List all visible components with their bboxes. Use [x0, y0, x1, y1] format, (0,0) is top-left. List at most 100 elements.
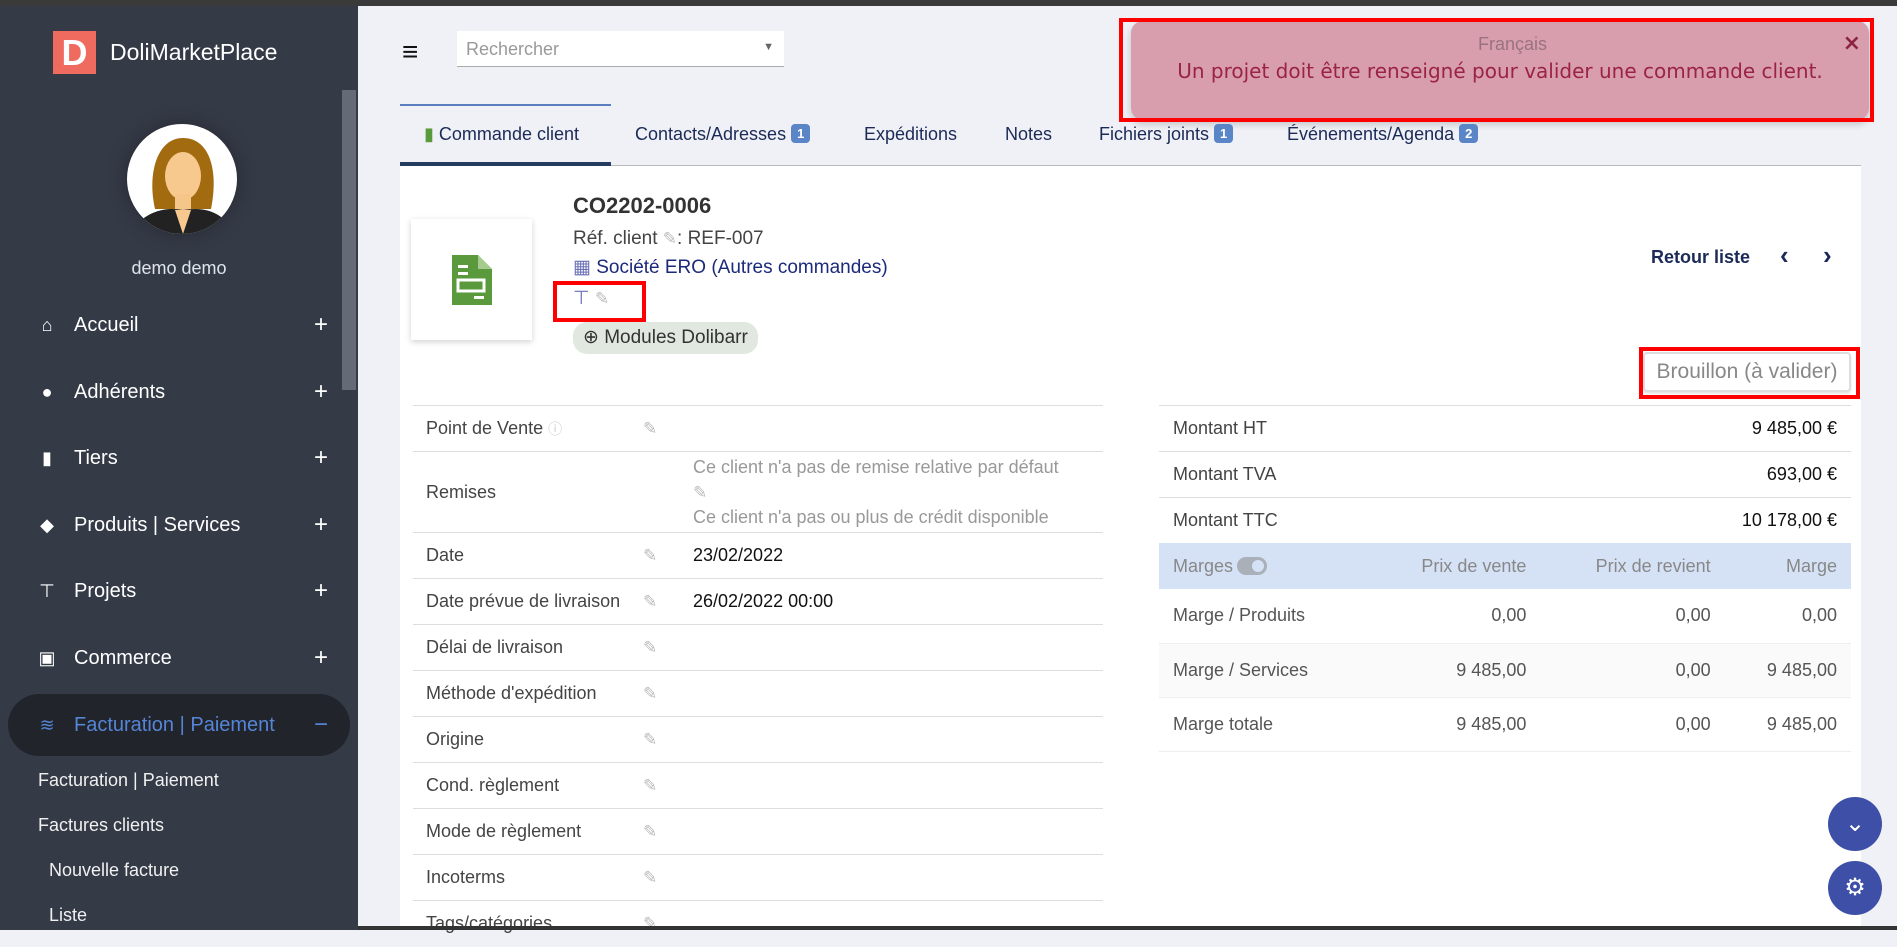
edit-project-pencil-icon[interactable]: ✎	[595, 289, 609, 308]
back-to-list-link[interactable]: Retour liste	[1651, 247, 1750, 268]
hamburger-menu-icon[interactable]: ≡	[402, 36, 418, 68]
language-selector[interactable]: Français	[1478, 34, 1547, 55]
table-row: Marge / Produits 0,00 0,00 0,00	[1159, 589, 1851, 644]
order-icon	[411, 219, 532, 340]
expand-icon[interactable]: +	[314, 444, 328, 472]
tab-bar: ▮ Commande client Contacts/Adresses 1 Exp…	[400, 112, 1861, 166]
expand-icon[interactable]: +	[314, 378, 328, 406]
edit-pencil-icon[interactable]: ✎	[643, 532, 693, 579]
header-label: Marges	[1173, 555, 1234, 576]
table-row: Montant HT 9 485,00 €	[1159, 405, 1851, 452]
table-row: Montant TVA 693,00 €	[1159, 451, 1851, 498]
field-label: Cond. règlement	[413, 762, 643, 809]
edit-pencil-icon[interactable]: ✎	[643, 762, 693, 809]
margins-table: Marges Prix de vente Prix de revient Marge …	[1159, 543, 1851, 752]
next-icon[interactable]: ›	[1823, 240, 1832, 271]
field-label: Point de Vente ⓘ	[413, 405, 643, 452]
field-label: Incoterms	[413, 854, 643, 901]
user-avatar[interactable]	[127, 124, 237, 234]
user-name[interactable]: demo demo	[0, 258, 358, 279]
expand-icon[interactable]: +	[314, 577, 328, 605]
order-fields-table: Point de Vente ⓘ ✎ Remises Ce client n'a p…	[413, 405, 1103, 947]
project-icon: ⊤	[573, 288, 590, 309]
field-value	[693, 854, 1103, 901]
info-icon[interactable]: ⓘ	[548, 421, 562, 437]
expand-icon[interactable]: +	[314, 644, 328, 672]
search-select[interactable]: Rechercher ▼	[457, 31, 784, 67]
tab-notes[interactable]: Notes	[1005, 112, 1052, 166]
brand-name[interactable]: DoliMarketPlace	[110, 39, 277, 66]
dropdown-caret-icon: ▼	[763, 41, 774, 53]
tab-commande-client[interactable]: ▮ Commande client	[400, 112, 611, 166]
cell: 0,00	[1724, 589, 1851, 644]
sidebar-item-produits[interactable]: ◆ Produits | Services +	[8, 494, 350, 556]
field-value	[693, 900, 1103, 947]
totals-table: Montant HT 9 485,00 € Montant TVA 693,00 €…	[1159, 405, 1851, 544]
sidebar-item-label: Produits | Services	[74, 513, 241, 536]
field-value	[693, 670, 1103, 717]
cell: 9 485,00	[1724, 697, 1851, 752]
edit-pencil-icon[interactable]: ✎	[643, 808, 693, 855]
edit-pencil-icon[interactable]: ✎	[643, 670, 693, 717]
edit-pencil-icon[interactable]: ✎	[643, 854, 693, 901]
edit-pencil-icon[interactable]: ✎	[643, 405, 693, 452]
building-icon: ▮	[42, 447, 52, 468]
submenu-nouvelle-facture[interactable]: Nouvelle facture	[49, 860, 179, 881]
tab-expeditions[interactable]: Expéditions	[864, 112, 957, 166]
sidebar-item-adherents[interactable]: ● Adhérents +	[8, 361, 350, 423]
ref-client-value: : REF-007	[677, 228, 764, 249]
sidebar-item-commerce[interactable]: ▣ Commerce +	[8, 627, 350, 689]
edit-pencil-icon[interactable]: ✎	[643, 578, 693, 625]
field-value: 26/02/2022 00:00	[693, 578, 1103, 625]
category-tag[interactable]: ⊕ Modules Dolibarr	[573, 322, 758, 354]
home-icon: ⌂	[41, 314, 53, 335]
expand-icon[interactable]: +	[314, 511, 328, 539]
collapse-icon[interactable]: −	[314, 711, 328, 739]
cell: 0,00	[1540, 697, 1725, 752]
credit-text: Ce client n'a pas ou plus de crédit disp…	[693, 506, 1049, 527]
other-orders-link[interactable]: (Autres commandes)	[711, 257, 887, 278]
close-icon[interactable]: ×	[1843, 31, 1861, 56]
submenu-factures-clients[interactable]: Factures clients	[38, 815, 164, 836]
field-label: Méthode d'expédition	[413, 670, 643, 717]
sidebar-item-projets[interactable]: ⊤ Projets +	[8, 560, 350, 622]
table-row: Délai de livraison ✎	[413, 624, 1103, 671]
tab-indicator	[400, 104, 611, 106]
company-link[interactable]: Société ERO	[596, 257, 706, 278]
total-label: Montant TVA	[1159, 451, 1519, 498]
column-header: Marge	[1724, 543, 1851, 589]
tab-contacts[interactable]: Contacts/Adresses 1	[635, 112, 811, 166]
expand-icon[interactable]: +	[314, 311, 328, 339]
submenu-liste[interactable]: Liste	[49, 905, 87, 926]
tab-evenements[interactable]: Événements/Agenda 2	[1287, 112, 1479, 166]
column-header: Prix de revient	[1540, 543, 1725, 589]
total-value: 693,00 €	[1518, 451, 1851, 498]
previous-icon[interactable]: ‹	[1780, 240, 1789, 271]
status-badge: Brouillon (à valider)	[1643, 352, 1851, 392]
scroll-down-button[interactable]: ⌄	[1828, 797, 1882, 851]
sidebar-item-accueil[interactable]: ⌂ Accueil +	[8, 294, 350, 356]
sidebar-item-facturation[interactable]: ≋ Facturation | Paiement −	[8, 694, 350, 756]
tab-fichiers[interactable]: Fichiers joints 1	[1099, 112, 1234, 166]
sidebar-item-tiers[interactable]: ▮ Tiers +	[8, 427, 350, 489]
edit-pencil-icon[interactable]: ✎	[693, 480, 1103, 505]
edit-pencil-icon[interactable]: ✎	[643, 900, 693, 947]
ref-client-label: Réf. client	[573, 228, 658, 249]
edit-pencil-icon[interactable]: ✎	[643, 716, 693, 763]
edit-pencil-icon[interactable]: ✎	[643, 624, 693, 671]
settings-button[interactable]: ⚙	[1828, 861, 1882, 915]
sidebar-scrollbar[interactable]	[342, 90, 356, 390]
margins-toggle[interactable]	[1237, 556, 1268, 575]
tab-label: Fichiers joints	[1099, 124, 1210, 144]
table-row: Cond. règlement ✎	[413, 762, 1103, 809]
submenu-facturation[interactable]: Facturation | Paiement	[38, 770, 219, 791]
globe-icon: ⊕	[583, 327, 599, 348]
count-badge: 2	[1459, 124, 1479, 143]
sidebar-item-label: Projets	[74, 579, 137, 602]
edit-pencil-icon[interactable]: ✎	[663, 229, 677, 248]
tab-label: Expéditions	[864, 124, 958, 144]
sidebar-item-label: Tiers	[74, 446, 118, 469]
field-label: Délai de livraison	[413, 624, 643, 671]
search-placeholder: Rechercher	[466, 39, 560, 59]
count-badge: 1	[791, 124, 811, 143]
